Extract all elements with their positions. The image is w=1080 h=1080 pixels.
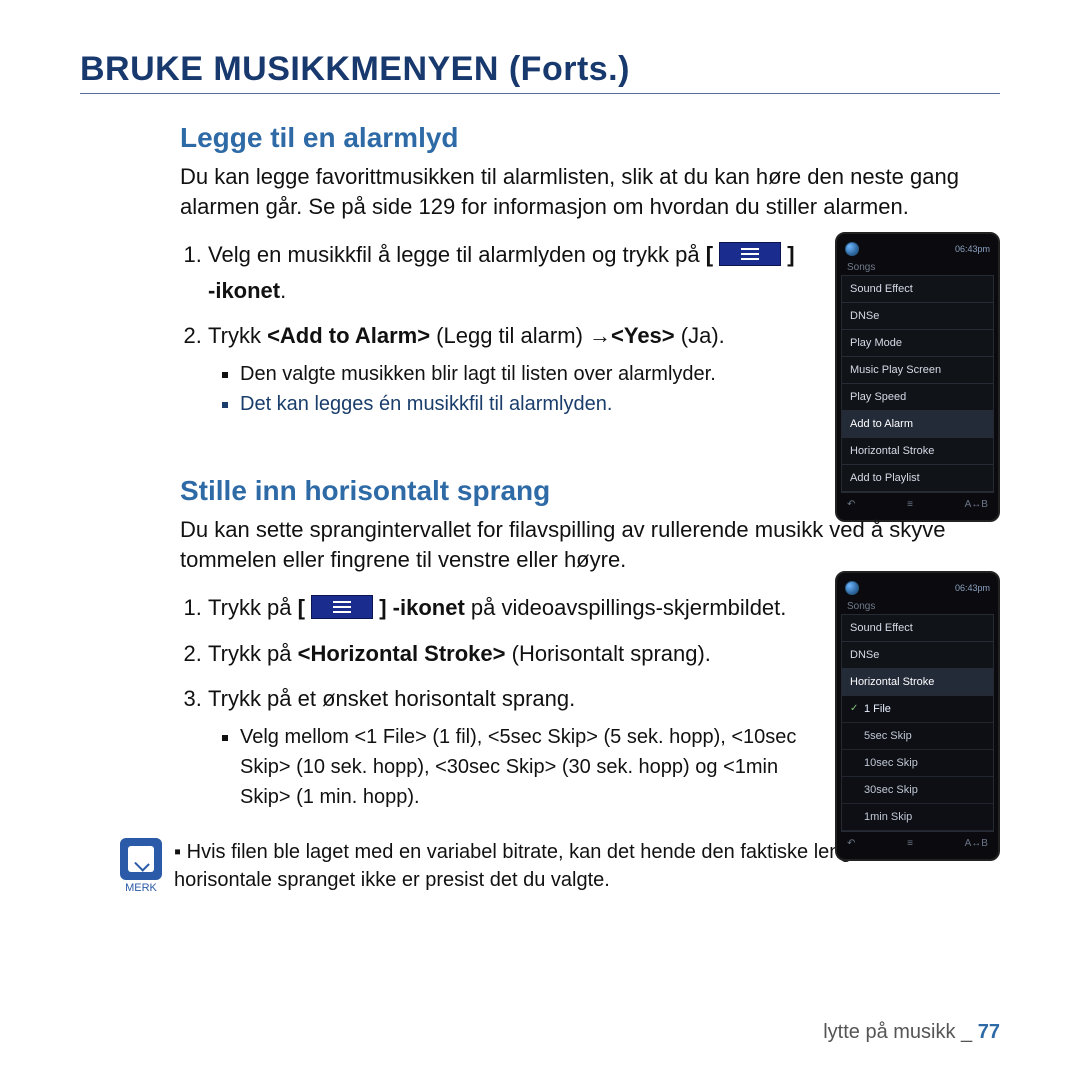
title-rule [80, 93, 1000, 94]
page-title: BRUKE MUSIKKMENYEN (Forts.) [80, 50, 1000, 89]
device-menu-item: Horizontal Stroke [842, 669, 993, 696]
menu-icon [311, 595, 373, 619]
device-submenu-item: 30sec Skip [842, 777, 993, 804]
device-menu-item: Sound Effect [842, 615, 993, 642]
device-screenshot-2: 06:43pm Songs Sound EffectDNSeHorizontal… [835, 571, 1000, 861]
page-footer: lytte på musikk _ 77 [823, 1021, 1000, 1044]
section2-step2: Trykk på <Horizontal Stroke> (Horisontal… [208, 636, 800, 671]
device-menu-item: DNSe [842, 642, 993, 669]
section2-step3: Trykk på et ønsket horisontalt sprang. V… [208, 681, 800, 812]
device-menu-item: Play Speed [842, 384, 993, 411]
section1-lead: Du kan legge favorittmusikken til alarml… [180, 162, 1000, 221]
section1-step2: Trykk <Add to Alarm> (Legg til alarm) →<… [208, 318, 800, 419]
device-submenu-item: 10sec Skip [842, 750, 993, 777]
device-menu-item: Horizontal Stroke [842, 438, 993, 465]
section2-sub: Velg mellom <1 File> (1 fil), <5sec Skip… [240, 722, 800, 812]
section2-lead: Du kan sette sprangintervallet for filav… [180, 515, 1000, 574]
section1-step1: Velg en musikkfil å legge til alarmlyden… [208, 237, 800, 307]
note-label: MERK [120, 882, 162, 894]
device-menu-item: DNSe [842, 303, 993, 330]
section2-step1: Trykk på [ ] -ikonet på videoavspillings… [208, 590, 800, 625]
section1-sub1: Den valgte musikken blir lagt til listen… [240, 359, 800, 389]
device-menu-item: Sound Effect [842, 276, 993, 303]
section1-title: Legge til en alarmlyd [180, 122, 1000, 154]
device-submenu-item: 1min Skip [842, 804, 993, 831]
section1-sub2: Det kan legges én musikkfil til alarmlyd… [240, 389, 800, 419]
device-menu-item: Add to Alarm [842, 411, 993, 438]
note-icon [120, 838, 162, 880]
menu-icon [719, 242, 781, 266]
device-menu-item: Music Play Screen [842, 357, 993, 384]
device-submenu-item: 5sec Skip [842, 723, 993, 750]
device-submenu-item: 1 File [842, 696, 993, 723]
section2-title: Stille inn horisontalt sprang [180, 475, 1000, 507]
device-menu-item: Play Mode [842, 330, 993, 357]
